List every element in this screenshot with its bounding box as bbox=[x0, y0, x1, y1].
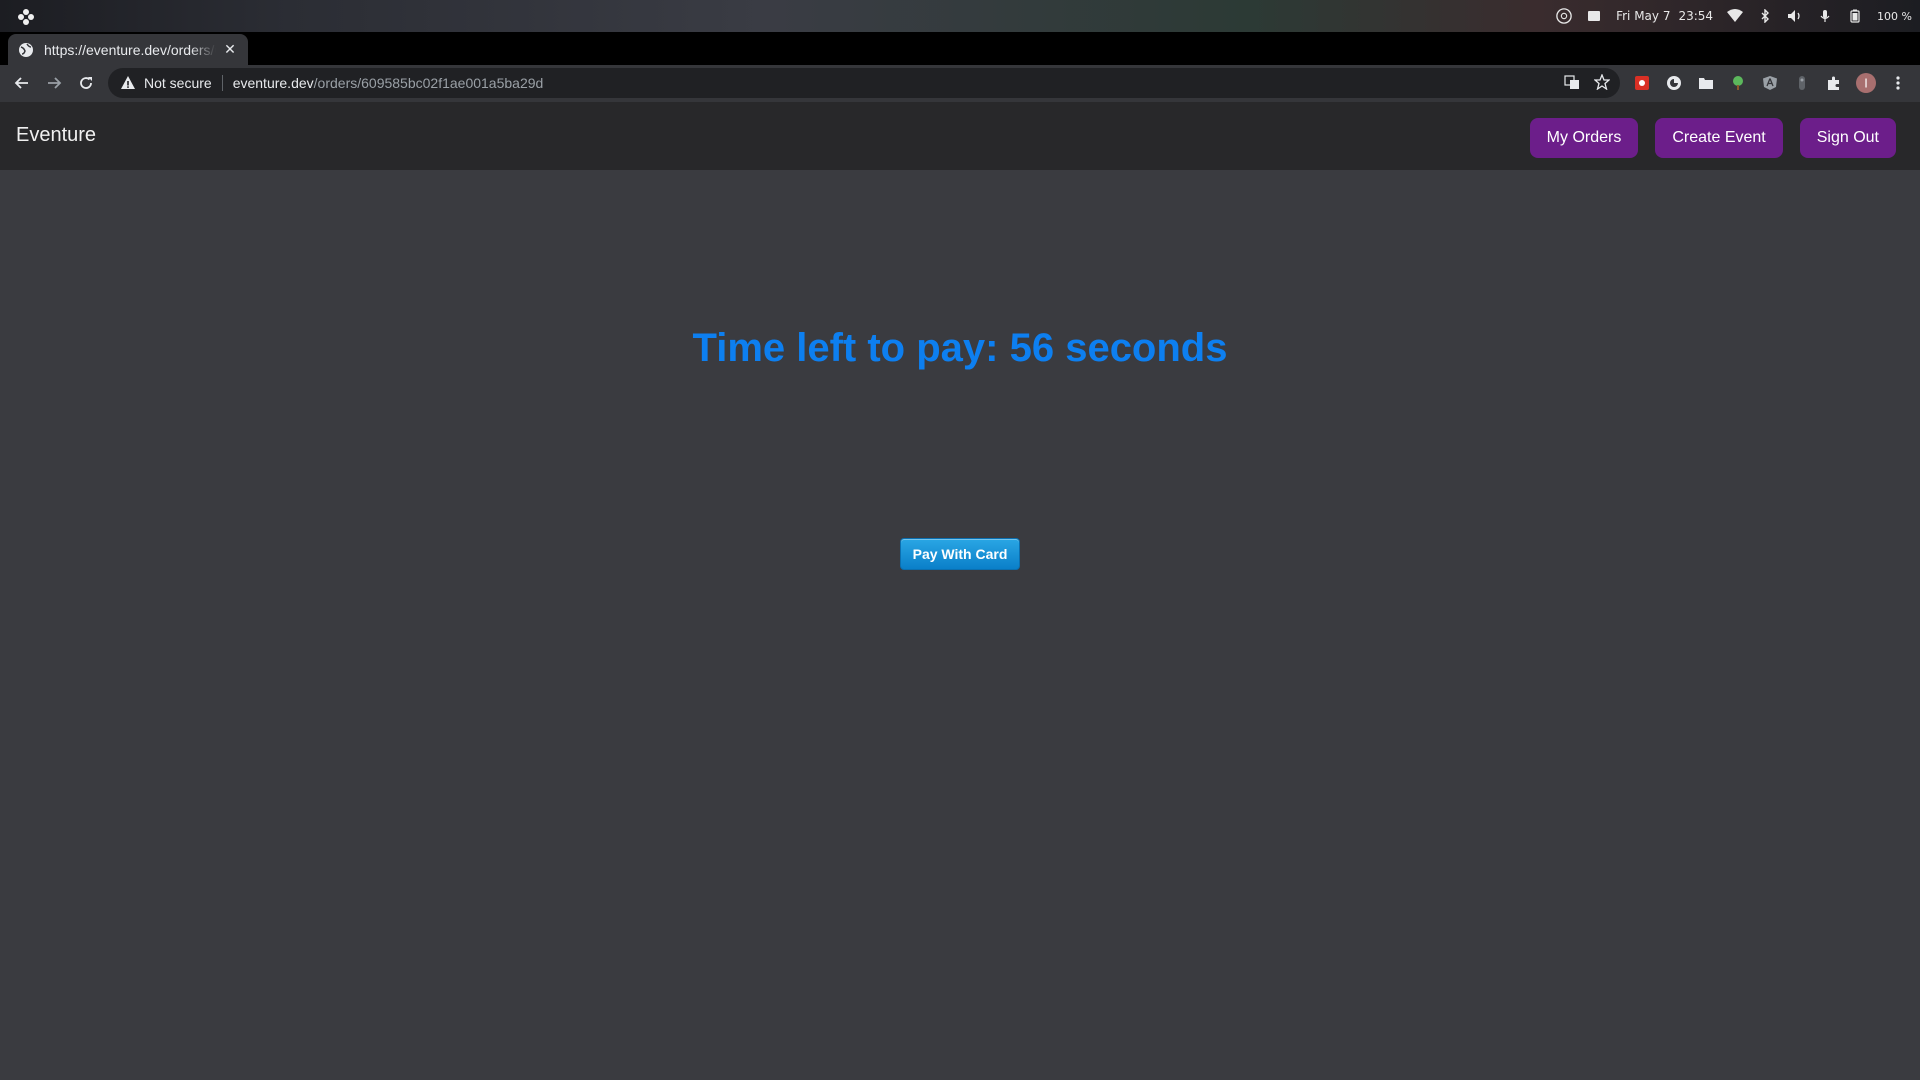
pay-with-card-button[interactable]: Pay With Card bbox=[900, 538, 1020, 570]
tab-title: https://eventure.dev/orders/609585bc02f1… bbox=[44, 41, 216, 58]
address-bar[interactable]: Not secure eventure.dev/orders/609585bc0… bbox=[108, 68, 1620, 98]
microphone-icon[interactable] bbox=[1817, 8, 1833, 24]
battery-icon[interactable] bbox=[1847, 8, 1863, 24]
browser-toolbar: Not secure eventure.dev/orders/609585bc0… bbox=[0, 65, 1920, 102]
volume-icon[interactable] bbox=[1787, 8, 1803, 24]
activities-icon[interactable] bbox=[17, 8, 35, 26]
extension-gray-icon[interactable] bbox=[1792, 73, 1812, 93]
extension-tree-icon[interactable] bbox=[1728, 73, 1748, 93]
browser-tab-active[interactable]: https://eventure.dev/orders/609585bc02f1… bbox=[8, 34, 248, 65]
clock[interactable]: Fri May 7 23:54 bbox=[1616, 9, 1713, 23]
time-label: 23:54 bbox=[1678, 9, 1714, 23]
extension-folder-icon[interactable] bbox=[1696, 73, 1716, 93]
screen-icon[interactable] bbox=[1586, 8, 1602, 24]
payment-countdown: Time left to pay: 56 seconds bbox=[692, 326, 1228, 370]
app-header: Eventure My Orders Create Event Sign Out bbox=[0, 102, 1920, 170]
obs-icon[interactable] bbox=[1556, 8, 1572, 24]
os-top-bar: Fri May 7 23:54 100 % bbox=[0, 0, 1920, 32]
translate-icon[interactable] bbox=[1564, 74, 1580, 93]
my-orders-button[interactable]: My Orders bbox=[1529, 118, 1639, 158]
warning-icon[interactable] bbox=[120, 75, 136, 91]
omnibox-separator bbox=[221, 75, 223, 91]
header-nav: My Orders Create Event Sign Out bbox=[1529, 118, 1896, 158]
globe-icon bbox=[19, 42, 33, 57]
create-event-button[interactable]: Create Event bbox=[1655, 118, 1783, 158]
bluetooth-icon[interactable] bbox=[1757, 8, 1773, 24]
url-path: /orders/609585bc02f1ae001a5ba29d bbox=[313, 75, 544, 91]
tab-strip: https://eventure.dev/orders/609585bc02f1… bbox=[0, 32, 1920, 91]
back-icon[interactable] bbox=[10, 71, 34, 95]
profile-avatar[interactable]: I bbox=[1856, 73, 1876, 93]
reload-icon[interactable] bbox=[74, 71, 98, 95]
date-label: Fri May 7 bbox=[1616, 9, 1671, 23]
wifi-icon[interactable] bbox=[1727, 8, 1744, 24]
bookmark-star-icon[interactable] bbox=[1593, 73, 1611, 93]
url-host: eventure.dev bbox=[232, 75, 314, 91]
close-tab-icon[interactable]: ✕ bbox=[222, 41, 238, 58]
extension-circle-icon[interactable] bbox=[1664, 73, 1684, 93]
forward-icon[interactable] bbox=[42, 71, 66, 95]
brand-logo-link[interactable]: Eventure bbox=[16, 124, 96, 147]
profile-initial: I bbox=[1864, 77, 1868, 91]
extension-angular-icon[interactable] bbox=[1760, 73, 1780, 93]
battery-percent: 100 % bbox=[1877, 9, 1912, 23]
security-label[interactable]: Not secure bbox=[144, 75, 212, 91]
extensions-puzzle-icon[interactable] bbox=[1824, 73, 1844, 93]
browser-menu-icon[interactable] bbox=[1888, 73, 1908, 93]
extension-red-icon[interactable] bbox=[1632, 73, 1652, 93]
sign-out-button[interactable]: Sign Out bbox=[1799, 118, 1896, 158]
